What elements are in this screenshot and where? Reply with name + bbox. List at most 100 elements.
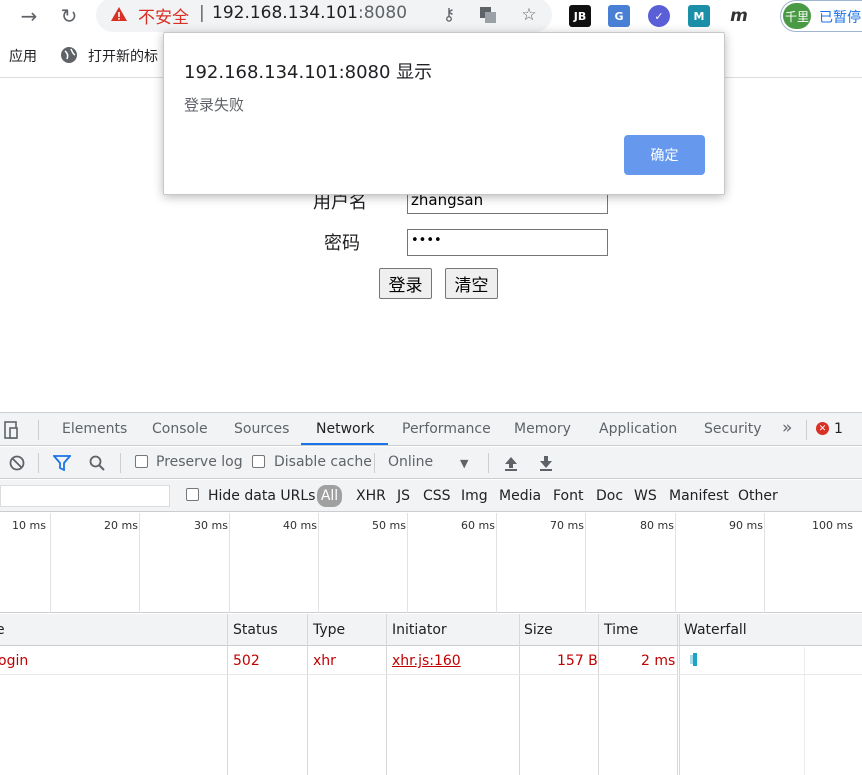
export-har-icon[interactable] [535,452,557,474]
browser-toolbar: → ↻ 不安全 | 192.168.134.101:8080 ⚷ ☆ JB G … [0,0,862,34]
m-extension-icon[interactable]: M [688,5,710,27]
translate-icon[interactable] [477,4,499,26]
check-extension-icon[interactable]: ✓ [648,5,670,27]
request-name[interactable]: ogin [0,653,28,669]
error-icon[interactable]: ✕ [816,422,829,435]
tab-application[interactable]: Application [599,421,677,437]
key-icon[interactable]: ⚷ [438,4,460,26]
timeline-tick: 40 ms [283,519,317,532]
bookmark-new-tab[interactable]: 打开新的标 [88,46,158,66]
column-divider[interactable] [598,614,599,775]
bookmark-star-icon[interactable]: ☆ [518,4,540,26]
request-time: 2 ms [641,653,676,669]
bookmark-apps[interactable]: 应用 [9,46,37,66]
ok-button[interactable]: 确定 [624,135,705,175]
timeline-tick: 60 ms [461,519,495,532]
column-waterfall[interactable]: Waterfall [684,622,747,638]
preserve-log-checkbox[interactable] [135,455,148,468]
waterfall-bar[interactable] [690,653,697,666]
filter-type-media[interactable]: Media [499,488,541,504]
insecure-label[interactable]: 不安全 [138,3,189,28]
tab-elements[interactable]: Elements [62,421,127,437]
filter-type-ws[interactable]: WS [634,488,657,504]
tab-security[interactable]: Security [704,421,762,437]
column-name[interactable]: e [0,622,5,638]
password-input[interactable]: •••• [407,229,608,256]
column-divider [679,614,680,775]
disable-cache-label[interactable]: Disable cache [274,454,372,470]
tab-memory[interactable]: Memory [514,421,571,437]
column-initiator[interactable]: Initiator [392,622,447,638]
filter-type-js[interactable]: JS [397,488,410,504]
timeline-tick: 80 ms [640,519,674,532]
timeline-overview[interactable]: 10 ms 20 ms 30 ms 40 ms 50 ms 60 ms 70 m… [0,513,862,613]
device-toggle-icon[interactable] [4,420,24,440]
column-divider[interactable] [227,614,228,775]
url-port: :8080 [358,3,408,23]
filter-type-xhr[interactable]: XHR [356,488,386,504]
filter-type-manifest[interactable]: Manifest [669,488,729,504]
column-time[interactable]: Time [604,622,638,638]
column-divider[interactable] [307,614,308,775]
filter-icon[interactable] [51,452,73,474]
preserve-log-label[interactable]: Preserve log [156,454,243,470]
more-tabs-button[interactable]: » [782,418,792,438]
throttling-select[interactable]: Online [388,454,433,470]
filter-type-font[interactable]: Font [553,488,583,504]
column-status[interactable]: Status [233,622,278,638]
request-size: 157 B [557,653,598,669]
profile-button[interactable]: 千里 已暂停 [780,0,862,32]
filter-input[interactable] [0,485,170,507]
dialog-message: 登录失败 [184,96,245,114]
filter-type-other[interactable]: Other [738,488,778,504]
filter-type-all[interactable]: All [317,485,342,507]
tab-network[interactable]: Network [316,421,374,437]
url-text[interactable]: 192.168.134.101:8080 [212,3,407,23]
filter-type-img[interactable]: Img [461,488,488,504]
chevron-down-icon[interactable]: ▼ [460,457,468,470]
tab-performance[interactable]: Performance [402,421,491,437]
column-type[interactable]: Type [313,622,345,638]
column-divider[interactable] [386,614,387,775]
request-initiator-link[interactable]: xhr.js:160 [392,653,461,669]
globe-icon [61,47,77,63]
timeline-tick: 90 ms [729,519,763,532]
filter-type-css[interactable]: CSS [423,488,451,504]
forward-icon[interactable]: → [16,3,42,29]
jetbrains-extension-icon[interactable]: JB [569,5,591,27]
timeline-tick: 50 ms [372,519,406,532]
divider [38,420,39,440]
column-size[interactable]: Size [524,622,553,638]
dialog-title: 192.168.134.101:8080 显示 [184,62,433,83]
m-italic-extension-icon[interactable]: m [728,5,750,27]
column-divider[interactable] [677,614,678,775]
search-icon[interactable] [86,452,108,474]
translate-extension-icon[interactable]: G [608,5,630,27]
network-table-header: e Status Type Initiator Size Time Waterf… [0,614,862,646]
timeline-tick: 100 ms [812,519,853,532]
hide-data-urls-checkbox[interactable] [186,488,199,501]
disable-cache-checkbox[interactable] [252,455,265,468]
reload-icon[interactable]: ↻ [56,3,82,29]
hide-data-urls-label[interactable]: Hide data URLs [208,488,315,504]
tab-sources[interactable]: Sources [234,421,289,437]
network-toolbar: Preserve log Disable cache Online ▼ [0,447,862,479]
divider [806,420,807,440]
import-har-icon[interactable] [500,452,522,474]
tab-console[interactable]: Console [152,421,208,437]
filter-type-doc[interactable]: Doc [596,488,623,504]
avatar: 千里 [783,3,811,29]
address-bar[interactable]: 不安全 | 192.168.134.101:8080 ⚷ ☆ [96,0,552,32]
divider [488,453,489,473]
column-divider[interactable] [519,614,520,775]
login-button[interactable]: 登录 [379,268,432,299]
table-row[interactable]: ogin 502 xhr xhr.js:160 157 B 2 ms [0,647,862,675]
clear-log-icon[interactable] [6,452,28,474]
timeline-gridline [764,513,765,613]
clear-button[interactable]: 清空 [445,268,498,299]
divider [374,453,375,473]
error-count[interactable]: 1 [834,421,843,437]
timeline-gridline [318,513,319,613]
warning-icon [111,7,127,21]
url-host: 192.168.134.101 [212,3,359,23]
